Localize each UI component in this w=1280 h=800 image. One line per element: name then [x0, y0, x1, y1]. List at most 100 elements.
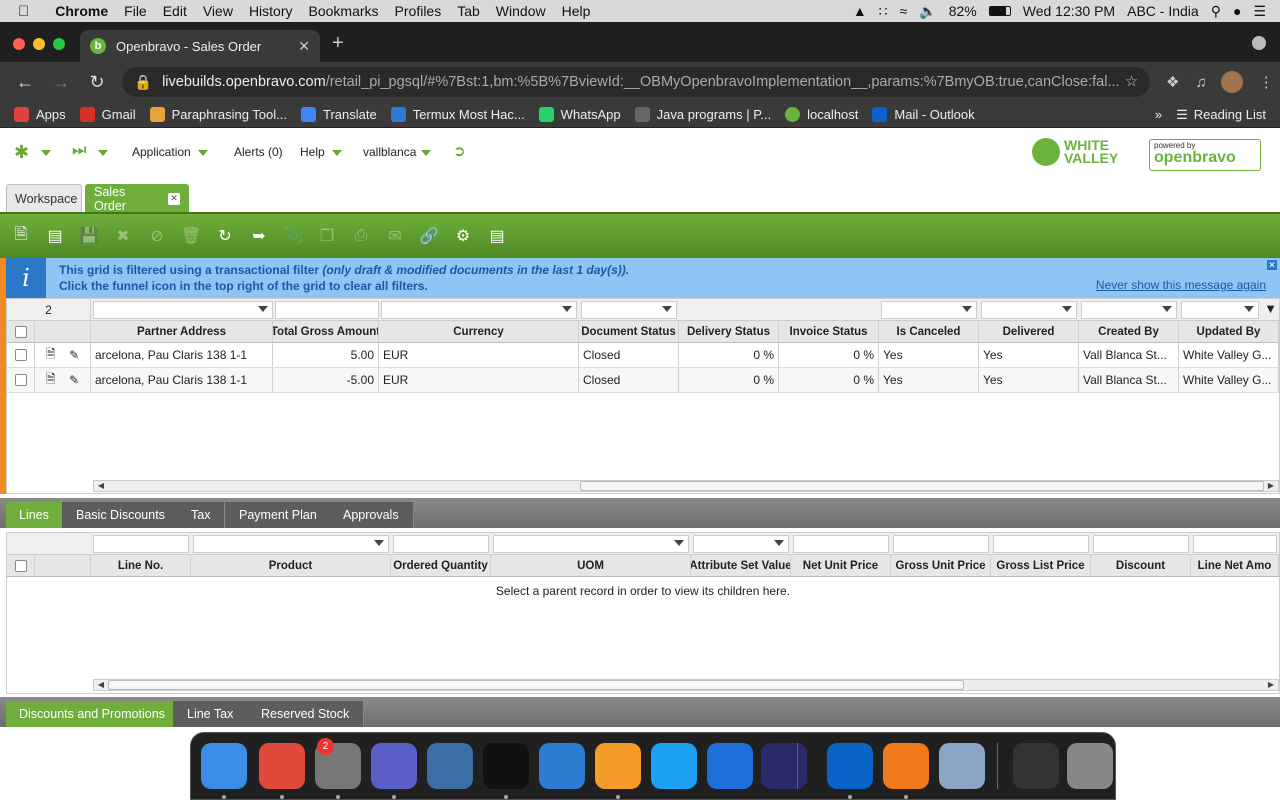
quick-launch-icon[interactable]: ✱ — [14, 142, 29, 163]
filter-ordered-qty[interactable] — [393, 535, 489, 553]
open-form-icon[interactable]: 🗎 — [46, 370, 56, 391]
tab-approvals[interactable]: Approvals — [329, 502, 414, 528]
chevron-down-icon[interactable] — [1162, 306, 1172, 312]
menu-help[interactable]: Help — [562, 3, 591, 19]
filter-gross-list-price[interactable] — [993, 535, 1089, 553]
bookmark-apps[interactable]: Apps — [14, 107, 66, 122]
siri-icon[interactable]: ● — [1233, 3, 1241, 19]
chevron-down-icon[interactable] — [374, 540, 384, 546]
nav-user[interactable]: vallblanca — [363, 145, 416, 159]
col-discount[interactable]: Discount — [1091, 555, 1191, 576]
print-icon[interactable]: ⎙ — [349, 224, 373, 248]
vscode-icon[interactable] — [539, 743, 585, 789]
close-window-button[interactable] — [13, 38, 25, 50]
bookmark-gmail[interactable]: Gmail — [79, 107, 136, 122]
never-show-link[interactable]: Never show this message again — [1096, 278, 1266, 292]
address-bar[interactable]: 🔒 livebuilds.openbravo.com /retail_pi_pg… — [122, 67, 1150, 97]
spotlight-icon[interactable]: ⚲ — [1211, 3, 1221, 20]
save-icon[interactable]: 💾 — [77, 224, 101, 248]
quick-create-dropdown-icon[interactable] — [98, 150, 108, 156]
select-all-checkbox[interactable] — [14, 325, 27, 338]
vlc-icon[interactable] — [883, 743, 929, 789]
chevron-down-icon[interactable] — [674, 540, 684, 546]
grid-view-icon[interactable]: ▤ — [485, 224, 509, 248]
chevron-down-icon[interactable] — [1062, 306, 1072, 312]
filter-product[interactable] — [193, 535, 389, 553]
link-icon[interactable]: 🔗 — [417, 224, 441, 248]
save-close-icon[interactable]: ✖ — [111, 224, 135, 248]
col-total-gross-amount[interactable]: Total Gross Amount — [273, 321, 379, 342]
scroll-left-icon[interactable]: ◀ — [94, 680, 108, 690]
tab-search-icon[interactable] — [1252, 36, 1266, 50]
scroll-thumb[interactable] — [108, 680, 964, 690]
menu-view[interactable]: View — [203, 3, 233, 19]
chevron-down-icon[interactable] — [562, 306, 572, 312]
tab-payment-plan[interactable]: Payment Plan — [225, 502, 332, 528]
bookmark-localhost[interactable]: localhost — [785, 107, 858, 122]
filter-partner-address[interactable] — [93, 301, 273, 319]
undo-icon[interactable]: ⊘ — [145, 224, 169, 248]
eclipse-icon[interactable] — [761, 743, 807, 789]
bookmark-termux[interactable]: Termux Most Hac... — [390, 107, 525, 122]
preview-icon[interactable] — [939, 743, 985, 789]
col-invoice-status[interactable]: Invoice Status — [779, 321, 879, 342]
menu-file[interactable]: File — [124, 3, 147, 19]
col-gross-unit-price[interactable]: Gross Unit Price — [891, 555, 991, 576]
volume-icon[interactable]: 🔈 — [919, 3, 936, 20]
filter-currency[interactable] — [381, 301, 577, 319]
finder-icon[interactable] — [201, 743, 247, 789]
nav-help[interactable]: Help — [300, 145, 325, 159]
col-document-status[interactable]: Document Status — [579, 321, 679, 342]
control-center-icon[interactable]: ☰ — [1253, 3, 1266, 20]
bookmark-star-icon[interactable]: ☆ — [1125, 74, 1138, 90]
tab-reserved-stock[interactable]: Reserved Stock — [247, 701, 365, 727]
col-is-canceled[interactable]: Is Canceled — [879, 321, 979, 342]
row-checkbox[interactable] — [14, 349, 27, 361]
col-line-no[interactable]: Line No. — [91, 555, 191, 576]
table-row[interactable]: 🗎 ✎ arcelona, Pau Claris 138 1-1 -5.00 EU… — [7, 368, 1279, 393]
clock[interactable]: Wed 12:30 PM — [1023, 3, 1115, 19]
filter-updated-by[interactable] — [1181, 301, 1259, 319]
input-source[interactable]: ABC - India — [1127, 3, 1199, 19]
nav-application[interactable]: Application — [132, 145, 191, 159]
minimize-window-button[interactable] — [33, 38, 45, 50]
horizontal-scrollbar[interactable]: ◀ ▶ — [93, 480, 1279, 492]
teams-icon[interactable] — [371, 743, 417, 789]
filter-delivered[interactable] — [981, 301, 1077, 319]
tab-discounts-promotions[interactable]: Discounts and Promotions — [6, 701, 179, 727]
filter-created-by[interactable] — [1081, 301, 1177, 319]
reload-icon[interactable]: ↻ — [86, 72, 108, 93]
menu-tab[interactable]: Tab — [457, 3, 480, 19]
horizontal-scrollbar[interactable]: ◀ ▶ — [93, 679, 1279, 691]
filter-gross-unit-price[interactable] — [893, 535, 989, 553]
sublime-icon[interactable] — [595, 743, 641, 789]
menu-bookmarks[interactable]: Bookmarks — [309, 3, 379, 19]
edit-pencil-icon[interactable]: ✎ — [69, 348, 79, 362]
filter-total-gross[interactable] — [275, 301, 379, 319]
filter-line-no[interactable] — [93, 535, 189, 553]
col-net-unit-price[interactable]: Net Unit Price — [791, 555, 891, 576]
filter-net-unit-price[interactable] — [793, 535, 889, 553]
trash-icon[interactable] — [1067, 743, 1113, 789]
col-created-by[interactable]: Created By — [1079, 321, 1179, 342]
tab-workspace[interactable]: Workspace — [6, 184, 82, 212]
filter-line-net-amount[interactable] — [1193, 535, 1277, 553]
profile-avatar[interactable] — [1220, 71, 1243, 93]
col-updated-by[interactable]: Updated By — [1179, 321, 1279, 342]
col-currency[interactable]: Currency — [379, 321, 579, 342]
menu-history[interactable]: History — [249, 3, 293, 19]
chevron-down-icon[interactable] — [962, 306, 972, 312]
tab-sales-order[interactable]: Sales Order ✕ — [85, 184, 189, 213]
chevron-down-icon[interactable] — [258, 306, 268, 312]
edit-pencil-icon[interactable]: ✎ — [69, 373, 79, 387]
new-document-icon[interactable]: 🗎 — [9, 224, 33, 248]
menubar-app-name[interactable]: Chrome — [55, 3, 108, 19]
new-row-icon[interactable]: ▤ — [43, 224, 67, 248]
skype-icon[interactable] — [651, 743, 697, 789]
filter-is-canceled[interactable] — [881, 301, 977, 319]
scroll-right-icon[interactable]: ▶ — [1264, 481, 1278, 491]
menu-profiles[interactable]: Profiles — [395, 3, 442, 19]
more-bookmarks-icon[interactable]: » — [1155, 107, 1162, 122]
refresh-icon[interactable]: ↻ — [213, 224, 237, 248]
menu-edit[interactable]: Edit — [163, 3, 187, 19]
